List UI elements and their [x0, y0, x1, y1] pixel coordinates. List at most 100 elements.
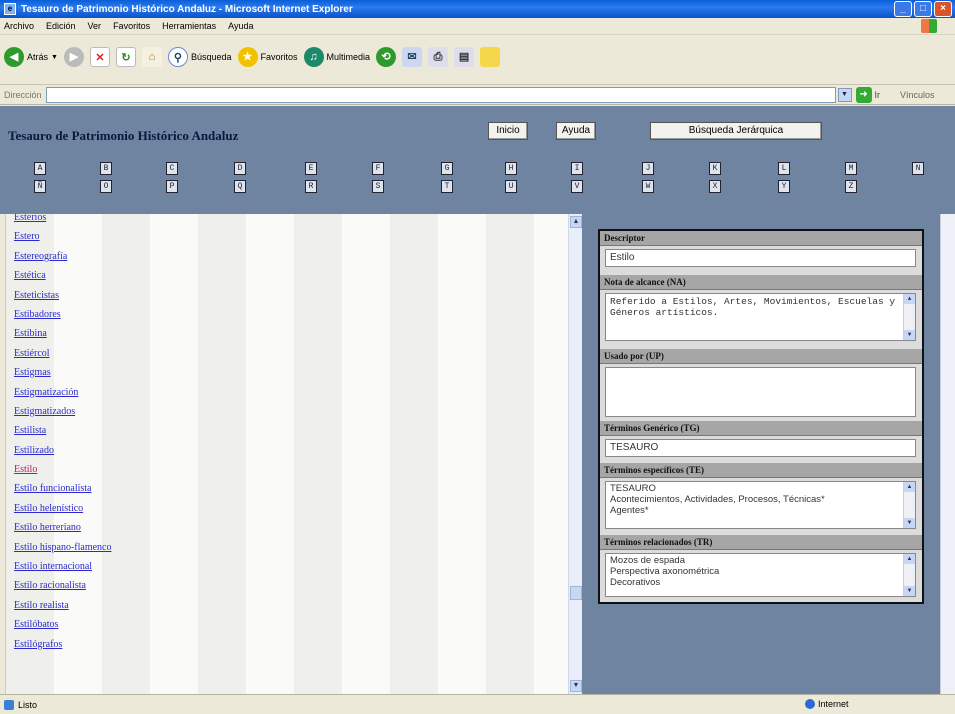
letter-z[interactable]: Z — [845, 180, 857, 193]
related-term-item[interactable]: Mozos de espada — [610, 555, 901, 566]
forward-button[interactable]: ▶ — [63, 47, 84, 67]
term-link[interactable]: Estilógrafos — [14, 635, 111, 654]
messenger-button[interactable] — [480, 47, 501, 67]
letter-y[interactable]: Y — [778, 180, 790, 193]
scroll-up-icon[interactable]: ▲ — [904, 294, 915, 304]
scroll-down-icon[interactable]: ▼ — [904, 586, 915, 596]
letter-s[interactable]: S — [372, 180, 384, 193]
term-link[interactable]: Estilizado — [14, 441, 111, 460]
address-dropdown-icon[interactable]: ▼ — [837, 87, 852, 102]
letter-e[interactable]: E — [305, 162, 317, 175]
stop-button[interactable]: ✕ — [89, 47, 110, 67]
letter-t[interactable]: T — [441, 180, 453, 193]
related-terms-list[interactable]: Mozos de espada Perspectiva axonométrica… — [605, 553, 916, 597]
term-link[interactable]: Estilo racionalista — [14, 576, 111, 595]
specific-term-item[interactable]: Acontecimientos, Actividades, Procesos, … — [610, 494, 901, 505]
term-link[interactable]: Estética — [14, 266, 111, 285]
minimize-button[interactable]: _ — [894, 1, 912, 17]
letter-r[interactable]: R — [305, 180, 317, 193]
term-link[interactable]: Estilo hispano-flamenco — [14, 538, 111, 557]
specific-term-item[interactable]: TESAURO — [610, 483, 901, 494]
scroll-up-icon[interactable]: ▲ — [904, 482, 915, 492]
term-link[interactable]: Estibadores — [14, 305, 111, 324]
history-button[interactable]: ⟲ — [376, 47, 397, 67]
menu-ayuda[interactable]: Ayuda — [228, 21, 253, 31]
descriptor-field[interactable]: Estilo — [605, 249, 916, 267]
go-button[interactable]: ➜ — [855, 86, 872, 103]
ayuda-button[interactable]: Ayuda — [556, 122, 596, 140]
letter-f[interactable]: F — [372, 162, 384, 175]
letter-d[interactable]: D — [234, 162, 246, 175]
term-link-active[interactable]: Estilo — [14, 460, 111, 479]
favorites-button[interactable]: ★ Favoritos — [237, 47, 298, 67]
scope-note-scrollbar[interactable]: ▲ ▼ — [903, 294, 915, 340]
term-link[interactable]: Estigmatización — [14, 383, 111, 402]
letter-i[interactable]: I — [571, 162, 583, 175]
term-link[interactable]: Esterios — [14, 214, 111, 227]
letter-u[interactable]: U — [505, 180, 517, 193]
page-scrollbar[interactable] — [940, 214, 955, 694]
term-link[interactable]: Estilo internacional — [14, 557, 111, 576]
specific-terms-scrollbar[interactable]: ▲ ▼ — [903, 482, 915, 528]
term-link[interactable]: Estilo funcionalista — [14, 479, 111, 498]
term-link[interactable]: Estilo realista — [14, 596, 111, 615]
letter-a[interactable]: A — [34, 162, 46, 175]
term-link[interactable]: Estilista — [14, 421, 111, 440]
term-link[interactable]: Esteticistas — [14, 286, 111, 305]
letter-h[interactable]: H — [505, 162, 517, 175]
maximize-button[interactable]: □ — [914, 1, 932, 17]
close-button[interactable]: × — [934, 1, 952, 17]
home-button[interactable]: ⌂ — [141, 47, 162, 67]
busqueda-jerarquica-button[interactable]: Búsqueda Jerárquica — [650, 122, 822, 140]
address-input[interactable] — [45, 86, 836, 103]
related-term-item[interactable]: Decorativos — [610, 577, 901, 588]
related-terms-scrollbar[interactable]: ▲ ▼ — [903, 554, 915, 596]
menu-favoritos[interactable]: Favoritos — [113, 21, 150, 31]
scroll-down-icon[interactable]: ▼ — [904, 518, 915, 528]
letter-c[interactable]: C — [166, 162, 178, 175]
term-link[interactable]: Estilóbatos — [14, 615, 111, 634]
letter-g[interactable]: G — [441, 162, 453, 175]
letter-m[interactable]: M — [845, 162, 857, 175]
term-link[interactable]: Estilo herreriano — [14, 518, 111, 537]
letter-enye[interactable]: Ñ — [34, 180, 46, 193]
menu-edicion[interactable]: Edición — [46, 21, 76, 31]
search-button[interactable]: ⚲ Búsqueda — [167, 47, 232, 67]
related-term-item[interactable]: Perspectiva axonométrica — [610, 566, 901, 577]
mail-button[interactable]: ✉ — [402, 47, 423, 67]
letter-j[interactable]: J — [642, 162, 654, 175]
scroll-up-icon[interactable]: ▲ — [904, 554, 915, 564]
go-label[interactable]: Ir — [875, 90, 881, 100]
links-label[interactable]: Vínculos — [900, 90, 935, 100]
term-link[interactable]: Estilo helenístico — [14, 499, 111, 518]
letter-p[interactable]: P — [166, 180, 178, 193]
letter-b[interactable]: B — [100, 162, 112, 175]
menu-ver[interactable]: Ver — [88, 21, 102, 31]
letter-o[interactable]: O — [100, 180, 112, 193]
term-link[interactable]: Estero — [14, 227, 111, 246]
scroll-down-icon[interactable]: ▼ — [570, 680, 582, 692]
scope-note-field[interactable]: Referido a Estilos, Artes, Movimientos, … — [605, 293, 916, 341]
menu-herramientas[interactable]: Herramientas — [162, 21, 216, 31]
letter-w[interactable]: W — [642, 180, 654, 193]
term-link[interactable]: Estereografía — [14, 247, 111, 266]
back-button[interactable]: ◀ Atrás ▼ — [4, 47, 58, 67]
scroll-up-icon[interactable]: ▲ — [570, 216, 582, 228]
letter-k[interactable]: K — [709, 162, 721, 175]
multimedia-button[interactable]: ♫ Multimedia — [303, 47, 370, 67]
letter-x[interactable]: X — [709, 180, 721, 193]
term-link[interactable]: Estibina — [14, 324, 111, 343]
term-link[interactable]: Estigmatizados — [14, 402, 111, 421]
specific-term-item[interactable]: Agentes* — [610, 505, 901, 516]
generic-term-field[interactable]: TESAURO — [605, 439, 916, 457]
refresh-button[interactable]: ↻ — [115, 47, 136, 67]
letter-v[interactable]: V — [571, 180, 583, 193]
print-button[interactable]: ⎙ — [428, 47, 449, 67]
term-list-scrollbar[interactable]: ▲ ▼ — [568, 214, 582, 694]
letter-q[interactable]: Q — [234, 180, 246, 193]
scroll-thumb[interactable] — [570, 586, 582, 600]
term-link[interactable]: Estigmas — [14, 363, 111, 382]
used-for-field[interactable] — [605, 367, 916, 417]
letter-l[interactable]: L — [778, 162, 790, 175]
inicio-button[interactable]: Inicio — [488, 122, 528, 140]
